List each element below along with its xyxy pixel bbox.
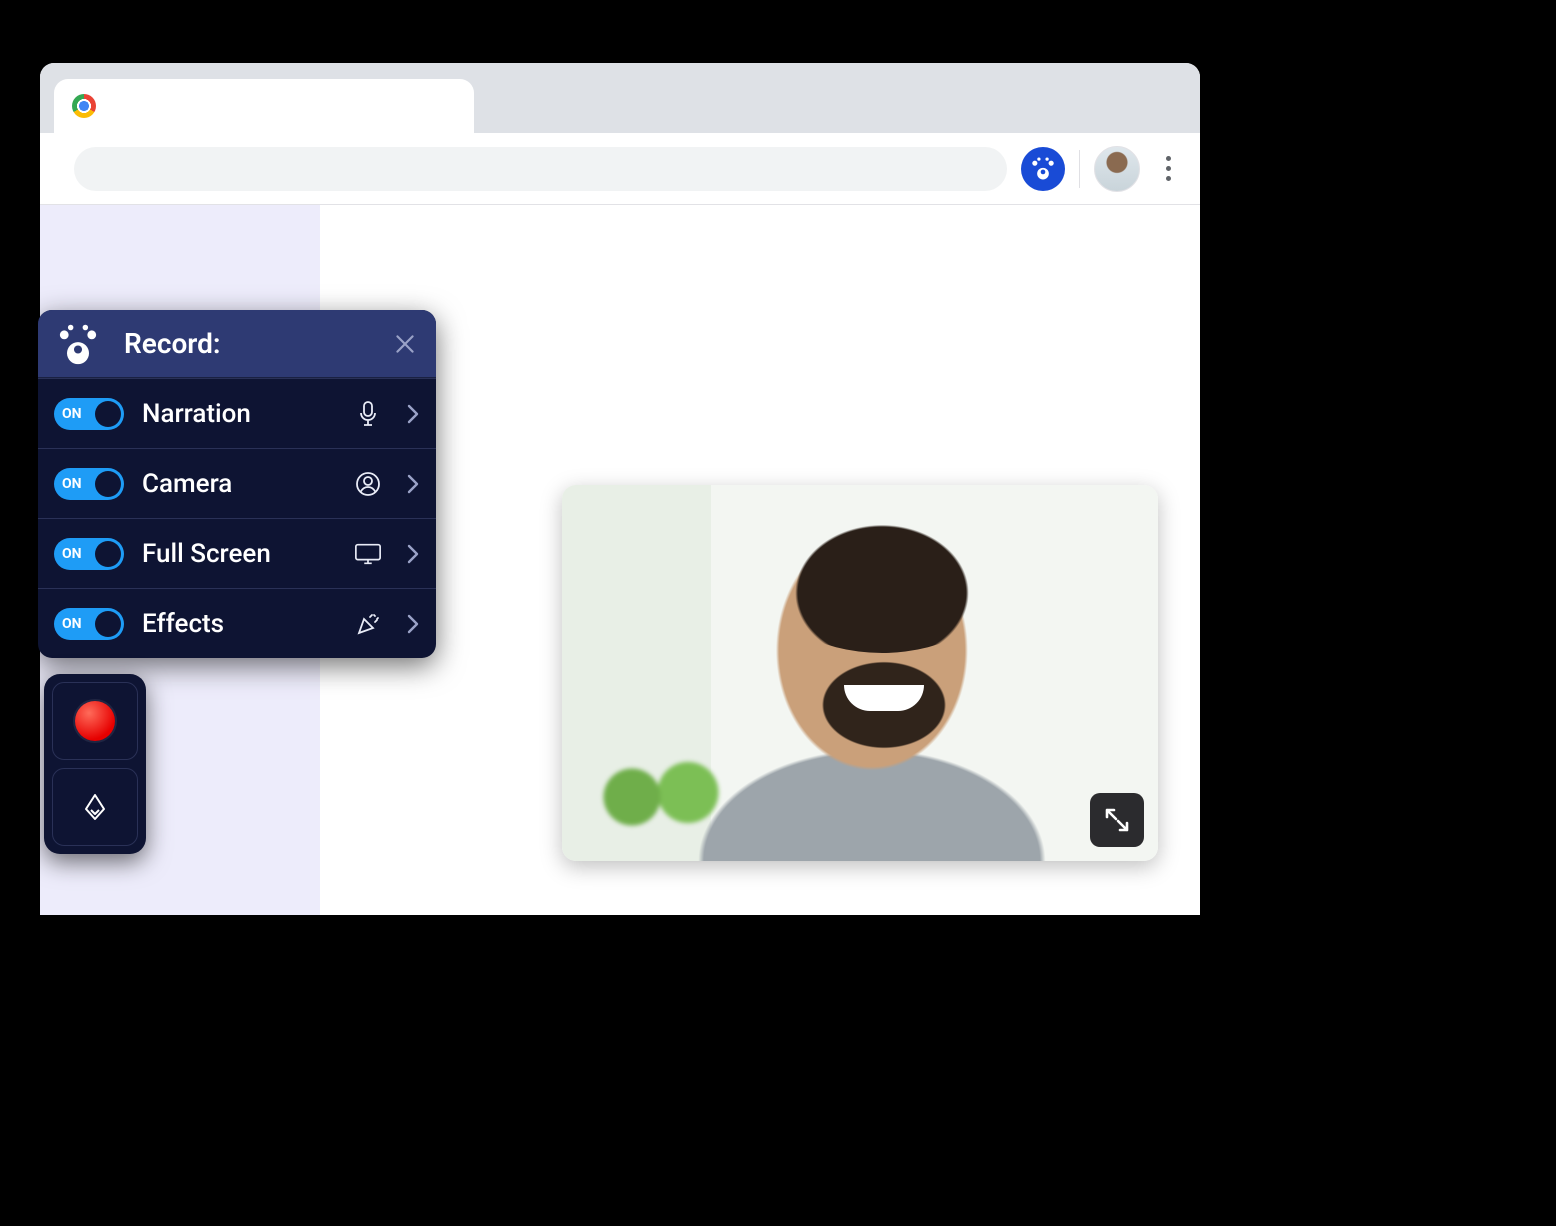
monitor-icon — [354, 541, 382, 567]
chevron-right-icon[interactable] — [400, 403, 420, 425]
expand-preview-button[interactable] — [1090, 793, 1144, 847]
pen-tip-icon — [78, 790, 112, 824]
browser-menu-button[interactable] — [1154, 156, 1182, 181]
camera-label: Camera — [142, 469, 336, 499]
fullscreen-toggle[interactable]: ON — [54, 538, 124, 570]
chevron-right-icon[interactable] — [400, 543, 420, 565]
divider — [1079, 150, 1080, 188]
chrome-icon — [72, 94, 96, 118]
floating-controls — [44, 674, 146, 854]
address-bar[interactable] — [74, 147, 1007, 191]
user-circle-icon — [354, 471, 382, 497]
profile-avatar[interactable] — [1094, 146, 1140, 192]
draw-button[interactable] — [52, 768, 138, 846]
tab-strip — [40, 63, 1200, 133]
expand-icon — [1102, 805, 1132, 835]
browser-toolbar — [40, 133, 1200, 205]
record-panel-header: Record: — [38, 310, 436, 378]
app-logo-icon — [1029, 155, 1057, 183]
app-logo-icon — [56, 322, 100, 366]
extension-button[interactable] — [1021, 147, 1065, 191]
record-option-camera: ON Camera — [38, 448, 436, 518]
microphone-icon — [354, 400, 382, 428]
record-panel: Record: ON Narration ON Camera — [38, 310, 436, 658]
camera-toggle[interactable]: ON — [54, 468, 124, 500]
effects-label: Effects — [142, 609, 336, 639]
camera-preview[interactable] — [562, 485, 1158, 861]
preview-person-hair — [762, 503, 1002, 653]
fullscreen-label: Full Screen — [142, 539, 336, 569]
preview-background-plant — [590, 743, 730, 833]
record-dot-icon — [75, 701, 115, 741]
record-button[interactable] — [52, 682, 138, 760]
chevron-right-icon[interactable] — [400, 613, 420, 635]
close-icon — [392, 331, 418, 357]
effects-toggle[interactable]: ON — [54, 608, 124, 640]
record-option-narration: ON Narration — [38, 378, 436, 448]
record-option-effects: ON Effects — [38, 588, 436, 658]
narration-toggle[interactable]: ON — [54, 398, 124, 430]
record-option-fullscreen: ON Full Screen — [38, 518, 436, 588]
chevron-right-icon[interactable] — [400, 473, 420, 495]
record-panel-title: Record: — [124, 327, 368, 360]
narration-label: Narration — [142, 399, 336, 429]
confetti-icon — [354, 611, 382, 637]
preview-person-beard — [794, 661, 974, 771]
close-button[interactable] — [392, 331, 418, 357]
browser-tab[interactable] — [54, 79, 474, 133]
